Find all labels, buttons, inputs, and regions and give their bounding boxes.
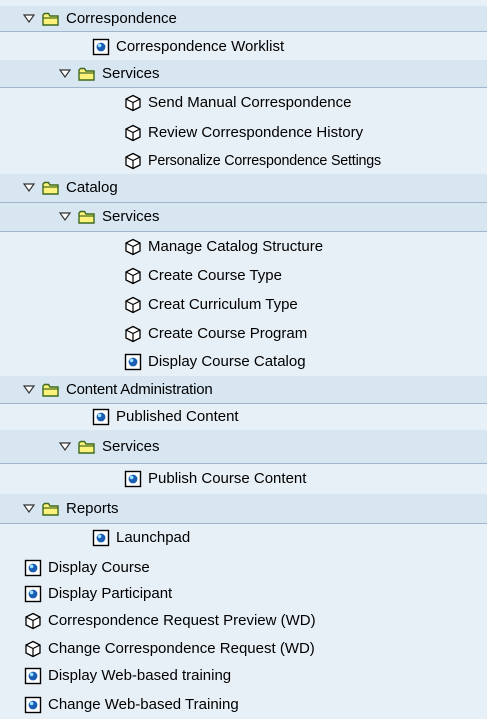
tree-item-create-course-type[interactable]: Create Course Type <box>0 261 487 290</box>
expand-triangle-icon[interactable] <box>22 12 36 26</box>
expand-triangle-icon[interactable] <box>58 210 72 224</box>
tree-node-catalog[interactable]: Catalog <box>0 174 487 203</box>
tree-node-reports[interactable]: Reports <box>0 494 487 524</box>
folder-icon <box>78 208 96 226</box>
tree-item-manage-catalog-structure[interactable]: Manage Catalog Structure <box>0 232 487 261</box>
document-icon <box>92 529 110 547</box>
tree-item-label: Publish Course Content <box>148 470 307 487</box>
tree-item-label: Display Participant <box>48 585 173 602</box>
tree-item-launchpad[interactable]: Launchpad <box>0 524 487 552</box>
tree-item-label: Correspondence Worklist <box>116 37 285 55</box>
tree-item-review-correspondence-history[interactable]: Review Correspondence History <box>0 118 487 148</box>
tree-item-display-web-based-training[interactable]: Display Web-based training <box>0 662 487 689</box>
expand-triangle-icon[interactable] <box>22 181 36 195</box>
service-cube-icon <box>124 152 142 170</box>
folder-icon <box>42 10 60 28</box>
tree-item-label: Display Course Catalog <box>148 353 306 370</box>
tree-item-label: Change Web-based Training <box>48 695 239 713</box>
tree-node-label: Reports <box>66 499 119 517</box>
tree-item-change-web-based-training[interactable]: Change Web-based Training <box>0 690 487 719</box>
tree-item-send-manual-correspondence[interactable]: Send Manual Correspondence <box>0 88 487 118</box>
document-icon <box>92 38 110 56</box>
tree-item-change-correspondence-request[interactable]: Change Correspondence Request (WD) <box>0 635 487 662</box>
document-icon <box>124 470 142 488</box>
tree-item-published-content[interactable]: Published Content <box>0 404 487 430</box>
tree-item-label: Published Content <box>116 408 239 425</box>
tree-item-display-participant[interactable]: Display Participant <box>0 581 487 607</box>
tree-item-display-course-catalog[interactable]: Display Course Catalog <box>0 348 487 376</box>
tree-item-correspondence-request-preview[interactable]: Correspondence Request Preview (WD) <box>0 607 487 635</box>
service-cube-icon <box>24 640 42 658</box>
service-cube-icon <box>124 267 142 285</box>
tree-node-services[interactable]: Services <box>0 430 487 464</box>
document-icon <box>92 408 110 426</box>
tree-node-label: Services <box>102 64 160 82</box>
tree-item-label: Display Web-based training <box>48 666 232 684</box>
document-icon <box>24 696 42 714</box>
service-cube-icon <box>124 94 142 112</box>
tree-node-content-administration[interactable]: Content Administration <box>0 376 487 404</box>
tree-item-label: Create Course Type <box>148 266 282 284</box>
folder-icon <box>42 381 60 399</box>
document-icon <box>24 559 42 577</box>
tree-item-label: Personalize Correspondence Settings <box>148 153 382 169</box>
tree-node-label: Catalog <box>66 179 118 196</box>
document-icon <box>24 667 42 685</box>
tree-item-personalize-correspondence-settings[interactable]: Personalize Correspondence Settings <box>0 148 487 174</box>
service-cube-icon <box>124 238 142 256</box>
tree-node-label: Services <box>102 208 160 225</box>
tree-node-label: Correspondence <box>66 9 177 27</box>
tree-item-display-course[interactable]: Display Course <box>0 554 487 581</box>
tree-item-creat-curriculum-type[interactable]: Creat Curriculum Type <box>0 290 487 319</box>
tree-node-label: Content Administration <box>66 380 213 398</box>
service-cube-icon <box>124 325 142 343</box>
expand-triangle-icon[interactable] <box>58 67 72 81</box>
tree-node-services[interactable]: Services <box>0 203 487 232</box>
tree-node-label: Services <box>102 437 160 455</box>
tree-item-create-course-program[interactable]: Create Course Program <box>0 319 487 348</box>
folder-icon <box>78 438 96 456</box>
tree-item-label: Display Course <box>48 558 150 576</box>
tree-item-label: Creat Curriculum Type <box>148 295 298 313</box>
folder-icon <box>78 65 96 83</box>
navigation-tree: Correspondence Correspondence Worklist S… <box>0 0 487 719</box>
folder-icon <box>42 500 60 518</box>
tree-item-publish-course-content[interactable]: Publish Course Content <box>0 464 487 494</box>
document-icon <box>124 353 142 371</box>
tree-item-correspondence-worklist[interactable]: Correspondence Worklist <box>0 33 487 60</box>
tree-node-correspondence[interactable]: Correspondence <box>0 6 487 32</box>
tree-item-label: Send Manual Correspondence <box>148 94 352 111</box>
expand-triangle-icon[interactable] <box>22 502 36 516</box>
tree-item-label: Correspondence Request Preview (WD) <box>48 612 316 629</box>
tree-item-label: Change Correspondence Request (WD) <box>48 639 315 657</box>
tree-item-label: Manage Catalog Structure <box>148 237 324 255</box>
tree-item-label: Review Correspondence History <box>148 124 364 141</box>
expand-triangle-icon[interactable] <box>22 383 36 397</box>
tree-node-services[interactable]: Services <box>0 60 487 88</box>
expand-triangle-icon[interactable] <box>58 440 72 454</box>
service-cube-icon <box>124 296 142 314</box>
folder-icon <box>42 179 60 197</box>
tree-item-label: Create Course Program <box>148 324 308 342</box>
tree-item-label: Launchpad <box>116 529 191 546</box>
service-cube-icon <box>124 124 142 142</box>
document-icon <box>24 585 42 603</box>
service-cube-icon <box>24 612 42 630</box>
